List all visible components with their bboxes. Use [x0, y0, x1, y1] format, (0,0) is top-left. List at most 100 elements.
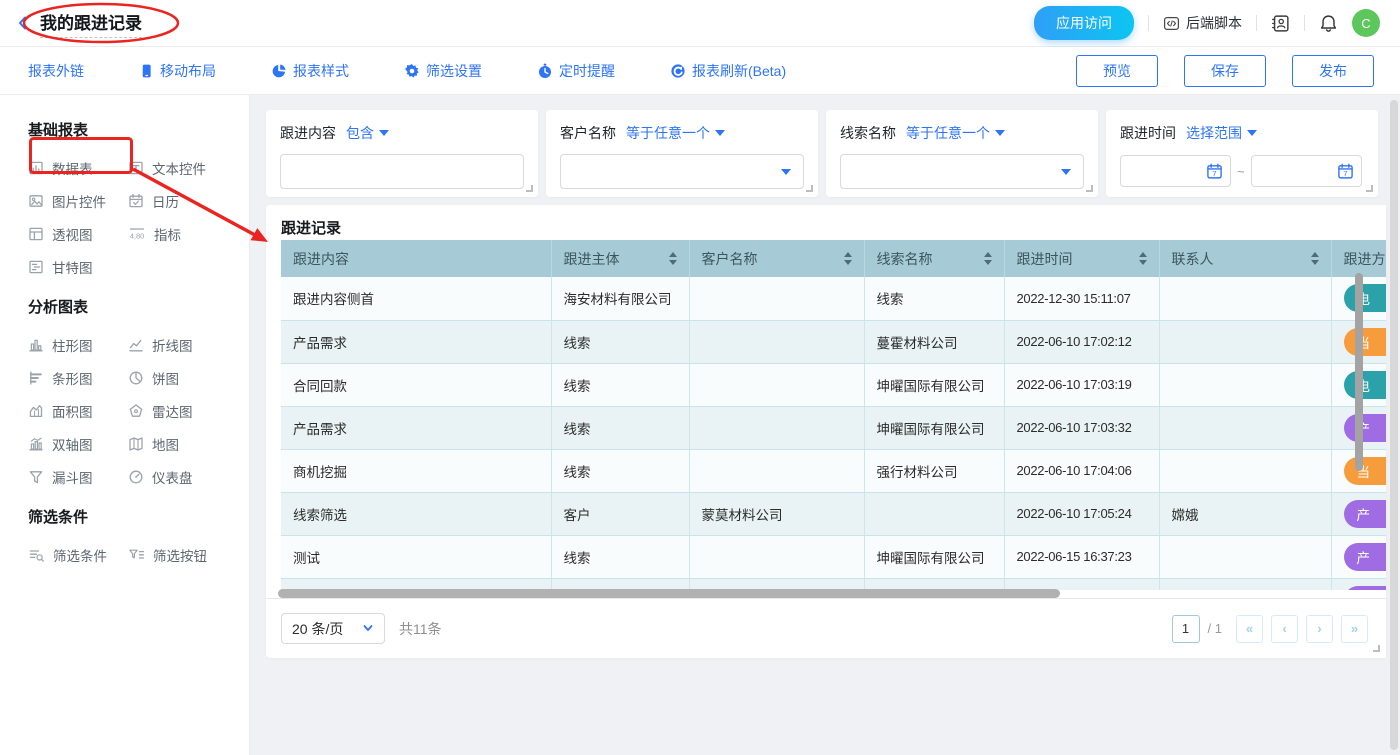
app-access-button[interactable]: 应用访问: [1034, 6, 1134, 40]
filter-operator-label: 等于任意一个: [626, 123, 710, 143]
toolbar-item-定时提醒[interactable]: 定时提醒: [537, 61, 615, 81]
first-page-button[interactable]: «: [1236, 615, 1263, 643]
sidebar-item-雷达图[interactable]: 雷达图: [128, 401, 228, 420]
filter-select[interactable]: [840, 154, 1084, 189]
table-row[interactable]: 线索筛选客户蒙莫材料公司2022-06-10 17:05:24嫦娥产: [281, 492, 1386, 535]
toolbar-item-label: 筛选设置: [426, 61, 482, 81]
filter-operator-dropdown[interactable]: 选择范围: [1186, 123, 1257, 143]
last-page-button[interactable]: »: [1341, 615, 1368, 643]
sidebar-item-面积图[interactable]: 面积图: [28, 401, 128, 420]
sidebar-item-日历[interactable]: 日历: [128, 191, 228, 210]
table-vertical-scrollbar[interactable]: [1355, 273, 1363, 471]
page-scrollbar[interactable]: [1390, 100, 1398, 750]
sidebar-item-仪表盘[interactable]: 仪表盘: [128, 467, 228, 486]
sidebar-item-透视图[interactable]: 透视图: [28, 224, 128, 243]
resize-handle[interactable]: [806, 185, 813, 192]
next-page-button[interactable]: ›: [1306, 615, 1333, 643]
resize-handle[interactable]: [1366, 185, 1373, 192]
sidebar-item-文本控件[interactable]: 文本控件: [128, 158, 228, 177]
sidebar-item-label: 双轴图: [52, 434, 93, 454]
filter-widgets-row: 跟进内容包含客户名称等于任意一个线索名称等于任意一个跟进时间选择范围7~7: [266, 110, 1378, 197]
page-input[interactable]: 1: [1172, 615, 1200, 643]
toolbar-item-label: 报表外链: [28, 61, 84, 81]
date-end-input[interactable]: 7: [1251, 155, 1362, 187]
sidebar-item-图片控件[interactable]: 图片控件: [28, 191, 128, 210]
cell-跟进主体: 线索: [551, 363, 689, 406]
back-button[interactable]: [14, 14, 32, 32]
table-title: 跟进记录: [281, 217, 341, 238]
table-row[interactable]: 产品需求线索坤曜国际有限公司2022-06-10 17:03:32产: [281, 406, 1386, 449]
sidebar-item-柱形图[interactable]: 柱形图: [28, 335, 128, 354]
resize-handle[interactable]: [1373, 645, 1380, 652]
sort-icon[interactable]: [844, 252, 852, 265]
filter-text-input[interactable]: [280, 154, 524, 189]
report-builder-screen: 我的跟进记录 应用访问 后端脚本 C 报表外链移动布局报表样式筛选设置定时提醒报…: [0, 0, 1400, 755]
table-row[interactable]: 测试线索坤曜国际有限公司2022-06-15 16:37:23产: [281, 535, 1386, 578]
avatar[interactable]: C: [1352, 9, 1380, 37]
sort-icon[interactable]: [669, 252, 677, 265]
cell-跟进内容: 线索筛选: [281, 492, 551, 535]
prev-page-button[interactable]: ‹: [1271, 615, 1298, 643]
data-table: 跟进内容 跟进主体客户名称线索名称跟进时间联系人 跟进方式跟进内容侧首海安材料有限公…: [281, 240, 1386, 590]
sidebar-item-饼图[interactable]: 饼图: [128, 368, 228, 387]
follow-type-badge: 电: [1344, 371, 1387, 399]
action-button-预览[interactable]: 预览: [1076, 55, 1158, 87]
sort-icon[interactable]: [984, 252, 992, 265]
resize-handle[interactable]: [1086, 185, 1093, 192]
sidebar-item-双轴图[interactable]: 双轴图: [28, 434, 128, 453]
column-header-跟进时间[interactable]: 跟进时间: [1004, 240, 1159, 277]
sidebar-item-甘特图[interactable]: 甘特图: [28, 257, 128, 276]
sort-icon[interactable]: [1311, 252, 1319, 265]
toolbar-item-报表刷新(Beta)[interactable]: 报表刷新(Beta): [670, 61, 786, 81]
cell-跟进时间: 2022-06-10 17:05:24: [1004, 492, 1159, 535]
filter-operator-dropdown[interactable]: 包含: [346, 123, 389, 143]
toolbar-item-筛选设置[interactable]: 筛选设置: [404, 61, 482, 81]
toolbar-items: 报表外链 移动布局 报表样式 筛选设置 定时提醒 报表刷新(Beta): [28, 61, 786, 81]
sidebar-item-筛选按钮[interactable]: 筛选按钮: [128, 545, 228, 564]
sidebar-item-漏斗图[interactable]: 漏斗图: [28, 467, 128, 486]
style-icon: [271, 63, 287, 79]
column-header-跟进方式[interactable]: 跟进方式: [1331, 240, 1386, 277]
toolbar-item-报表样式[interactable]: 报表样式: [271, 61, 349, 81]
table-row[interactable]: 跟进内容侧首海安材料有限公司线索2022-12-30 15:11:07电: [281, 277, 1386, 320]
cell-线索名称: [864, 492, 1004, 535]
image-widget-icon: [28, 193, 44, 209]
sidebar-item-筛选条件[interactable]: 筛选条件: [28, 545, 128, 564]
table-row[interactable]: 合同回款线索坤曜国际有限公司2022-06-10 17:03:19电: [281, 363, 1386, 406]
chevron-down-icon: [362, 621, 374, 637]
notification-bell-icon[interactable]: [1319, 14, 1338, 33]
column-header-跟进主体[interactable]: 跟进主体: [551, 240, 689, 277]
contacts-icon[interactable]: [1271, 14, 1290, 33]
filter-label: 跟进内容: [280, 123, 336, 143]
toolbar-item-移动布局[interactable]: 移动布局: [139, 61, 216, 81]
sidebar-item-折线图[interactable]: 折线图: [128, 335, 228, 354]
filter-operator-dropdown[interactable]: 等于任意一个: [906, 123, 1005, 143]
column-header-联系人[interactable]: 联系人: [1159, 240, 1331, 277]
toolbar-item-报表外链[interactable]: 报表外链: [28, 61, 84, 81]
column-header-label: 联系人: [1172, 249, 1214, 269]
filter-operator-dropdown[interactable]: 等于任意一个: [626, 123, 725, 143]
cell-跟进时间: 2022-12-30 15:11:07: [1004, 277, 1159, 320]
column-header-客户名称[interactable]: 客户名称: [689, 240, 864, 277]
column-header-label: 跟进内容: [293, 249, 349, 269]
page-size-select[interactable]: 20 条/页: [281, 613, 385, 644]
action-button-保存[interactable]: 保存: [1184, 55, 1266, 87]
resize-handle[interactable]: [526, 185, 533, 192]
page-title[interactable]: 我的跟进记录: [40, 9, 142, 38]
table-row[interactable]: 商机挖掘线索强行材料公司2022-06-10 17:04:06当: [281, 449, 1386, 492]
table-row[interactable]: 产品需求线索蔓霍材料公司2022-06-10 17:02:12当: [281, 320, 1386, 363]
horizontal-scrollbar[interactable]: [278, 589, 1060, 598]
sidebar-item-指标[interactable]: 4,80指标: [128, 224, 228, 243]
column-header-线索名称[interactable]: 线索名称: [864, 240, 1004, 277]
filter-select[interactable]: [560, 154, 804, 189]
toolbar-item-label: 报表样式: [293, 61, 349, 81]
sort-icon[interactable]: [1139, 252, 1147, 265]
area-chart-icon: [28, 403, 44, 419]
action-button-发布[interactable]: 发布: [1292, 55, 1374, 87]
sidebar-item-条形图[interactable]: 条形图: [28, 368, 128, 387]
sidebar-item-数据表[interactable]: 数据表: [28, 158, 128, 177]
backend-script-button[interactable]: 后端脚本: [1163, 13, 1242, 33]
sidebar-item-地图[interactable]: 地图: [128, 434, 228, 453]
date-start-input[interactable]: 7: [1120, 155, 1231, 187]
cell-客户名称: 蒙莫材料公司: [689, 492, 864, 535]
